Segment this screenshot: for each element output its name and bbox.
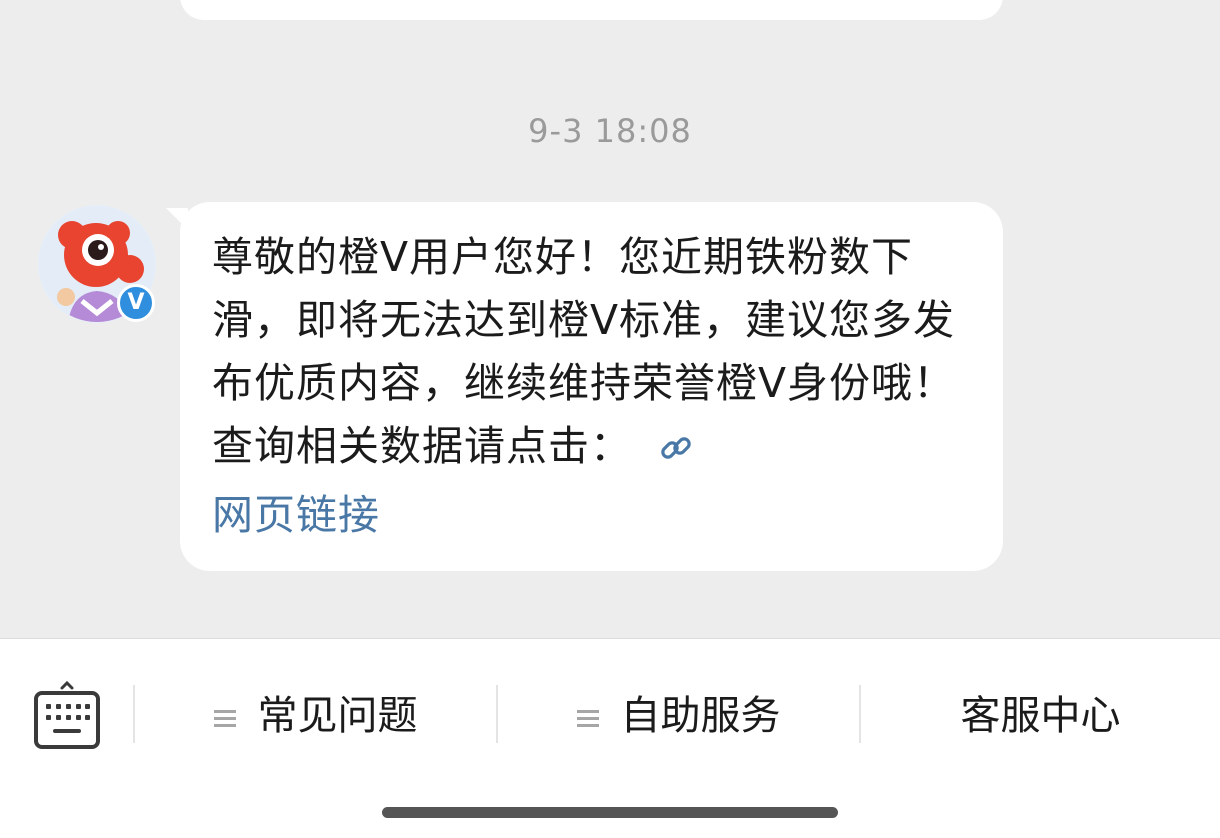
web-link[interactable]: 网页链接 (212, 491, 380, 539)
menu-lines-icon (576, 706, 599, 731)
message-text: 尊敬的橙V用户您好！您近期铁粉数下滑，即将无法达到橙V标准，建议您多发布优质内容… (212, 226, 973, 547)
menu-item-customer-service[interactable]: 客服中心 (861, 688, 1220, 744)
menu-item-self-service[interactable]: 自助服务 (498, 688, 859, 744)
menu-item-faq[interactable]: 常见问题 (135, 688, 496, 744)
keyboard-icon[interactable] (33, 680, 101, 750)
verified-badge: V (117, 284, 155, 322)
menu-item-label: 自助服务 (620, 693, 781, 739)
menu-lines-icon (213, 706, 236, 731)
message-timestamp: 9-3 18:08 (528, 112, 692, 150)
menu-item-label: 常见问题 (257, 693, 418, 739)
message-body: 尊敬的橙V用户您好！您近期铁粉数下滑，即将无法达到橙V标准，建议您多发布优质内容… (212, 233, 956, 470)
link-icon[interactable] (658, 421, 694, 484)
previous-message-bubble (180, 0, 1003, 20)
menu-item-label: 客服中心 (960, 693, 1121, 739)
message-bubble: 尊敬的橙V用户您好！您近期铁粉数下滑，即将无法达到橙V标准，建议您多发布优质内容… (180, 202, 1003, 571)
home-indicator[interactable] (382, 807, 838, 818)
